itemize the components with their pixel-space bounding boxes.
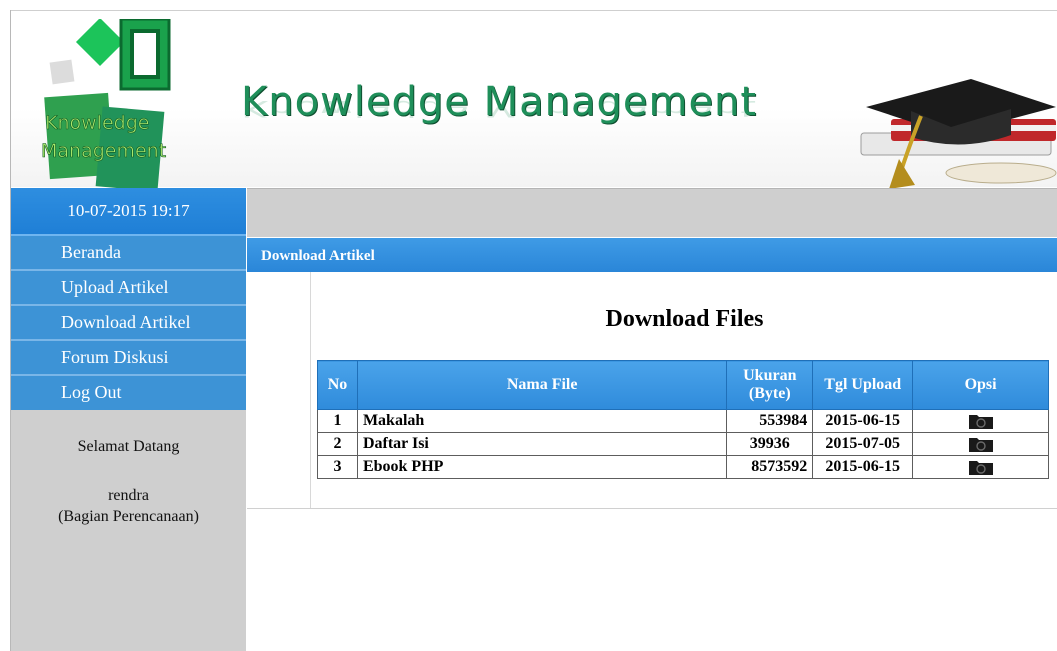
cell-size: 39936 <box>726 432 814 456</box>
col-header-size-line1: Ukuran <box>743 367 797 384</box>
top-bar <box>247 188 1057 237</box>
table-header-row: No Nama File Ukuran (Byte) Tgl Upload Op… <box>317 360 1049 410</box>
col-header-date: Tgl Upload <box>812 360 914 410</box>
section-title: Download Artikel <box>247 238 1057 272</box>
site-header: Knowledge Management Knowledge Managemen… <box>11 11 1057 191</box>
knowledge-management-logo: Knowledge Management <box>41 19 171 191</box>
cell-date: 2015-06-15 <box>812 455 914 479</box>
cell-option <box>912 455 1049 479</box>
graduation-cap-icon <box>860 79 1057 189</box>
download-folder-icon[interactable] <box>968 458 994 476</box>
col-header-size: Ukuran (Byte) <box>726 360 814 410</box>
col-header-name: Nama File <box>356 360 728 410</box>
svg-text:Management: Management <box>41 140 166 162</box>
cell-file-name: Ebook PHP <box>356 455 728 479</box>
table-row: 1 Makalah 553984 2015-06-15 <box>317 409 1049 433</box>
cell-date: 2015-06-15 <box>812 409 914 433</box>
files-table: No Nama File Ukuran (Byte) Tgl Upload Op… <box>317 360 1049 479</box>
cell-file-name: Makalah <box>356 409 728 433</box>
sidebar-item-upload-artikel[interactable]: Upload Artikel <box>11 271 246 306</box>
welcome-text: Selamat Datang <box>77 438 180 455</box>
content-divider <box>310 272 311 508</box>
cell-date: 2015-07-05 <box>812 432 914 456</box>
col-header-size-line2: (Byte) <box>748 385 791 402</box>
download-folder-icon[interactable] <box>968 412 994 430</box>
cell-no: 1 <box>317 409 358 433</box>
col-header-option: Opsi <box>912 360 1049 410</box>
header-title-reflection: Knowledge Management <box>241 95 758 121</box>
cell-option <box>912 432 1049 456</box>
table-row: 2 Daftar Isi 39936 2015-07-05 <box>317 432 1049 456</box>
sidebar-item-beranda[interactable]: Beranda <box>11 236 246 271</box>
download-folder-icon[interactable] <box>968 435 994 453</box>
user-department: (Bagian Perencanaan) <box>58 508 199 525</box>
sidebar-item-log-out[interactable]: Log Out <box>11 376 246 409</box>
sidebar-item-forum-diskusi[interactable]: Forum Diskusi <box>11 341 246 376</box>
sidebar: 10-07-2015 19:17 Beranda Upload Artikel … <box>11 188 246 651</box>
col-header-no: No <box>317 360 358 410</box>
svg-text:Knowledge: Knowledge <box>45 112 149 134</box>
cell-no: 3 <box>317 455 358 479</box>
cell-file-name: Daftar Isi <box>356 432 728 456</box>
sidebar-item-download-artikel[interactable]: Download Artikel <box>11 306 246 341</box>
table-row: 3 Ebook PHP 8573592 2015-06-15 <box>317 455 1049 479</box>
cell-size: 553984 <box>726 409 814 433</box>
cell-no: 2 <box>317 432 358 456</box>
page-title: Download Files <box>605 306 764 332</box>
user-info: rendra (Bagian Perencanaan) <box>11 485 246 527</box>
datetime-display: 10-07-2015 19:17 <box>11 188 246 236</box>
sidebar-menu: Beranda Upload Artikel Download Artikel … <box>11 236 246 410</box>
cell-size: 8573592 <box>726 455 814 479</box>
cell-option <box>912 409 1049 433</box>
user-name: rendra <box>108 487 149 504</box>
